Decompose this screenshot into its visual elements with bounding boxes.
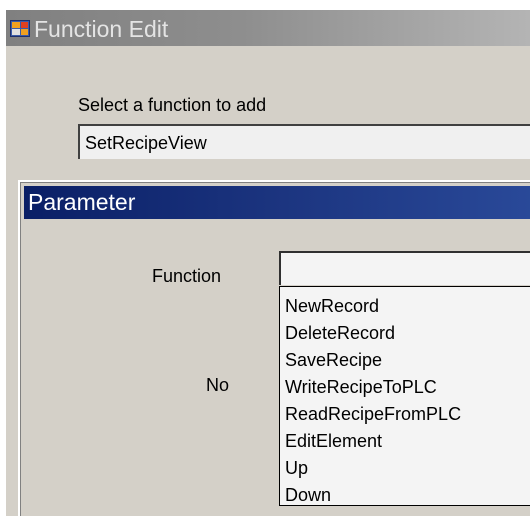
dropdown-option-writerecipetoplc[interactable]: WriteRecipeToPLC (285, 376, 437, 398)
parameter-title: Parameter (28, 189, 136, 215)
function-edit-window: Function Edit Select a function to add S… (6, 10, 530, 516)
dropdown-option-editelement[interactable]: EditElement (285, 430, 382, 452)
title-bar[interactable]: Function Edit (6, 10, 530, 46)
dropdown-option-readrecipefromplc[interactable]: ReadRecipeFromPLC (285, 403, 461, 425)
dropdown-option-down[interactable]: Down (285, 484, 331, 506)
function-dropdown-list[interactable]: NewRecord DeleteRecord SaveRecipe WriteR… (279, 286, 530, 506)
parameter-header: Parameter (24, 186, 530, 219)
function-param-label: Function (152, 266, 222, 286)
function-select-value: SetRecipeView (85, 133, 207, 153)
dropdown-option-saverecipe[interactable]: SaveRecipe (285, 349, 382, 371)
app-icon (10, 20, 30, 37)
no-param-label: No (206, 375, 230, 395)
window-title: Function Edit (34, 16, 169, 42)
function-select-combo[interactable]: SetRecipeView (78, 124, 530, 159)
select-function-label: Select a function to add (78, 95, 267, 115)
dropdown-option-up[interactable]: Up (285, 457, 308, 479)
dropdown-option-deleterecord[interactable]: DeleteRecord (285, 322, 395, 344)
function-param-input[interactable] (279, 251, 530, 285)
dropdown-option-newrecord[interactable]: NewRecord (285, 295, 379, 317)
